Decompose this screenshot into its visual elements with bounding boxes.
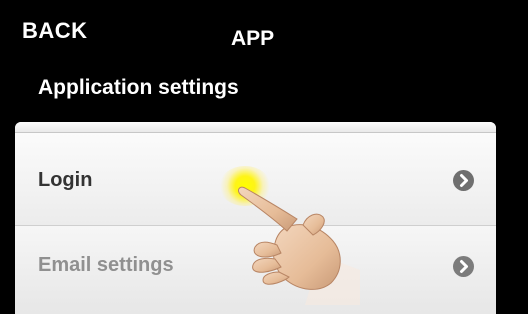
chevron-right-icon: [453, 170, 474, 191]
app-screen: BACK APP Application settings Login Emai…: [0, 0, 528, 314]
section-title: Application settings: [38, 76, 239, 99]
app-title: APP: [231, 27, 275, 50]
list-top-divider: [15, 122, 496, 133]
chevron-right-icon: [453, 256, 474, 277]
login-label: Login: [38, 169, 93, 191]
back-button[interactable]: BACK: [22, 18, 88, 44]
pointing-hand-icon: [237, 186, 360, 305]
email-settings-label: Email settings: [38, 254, 174, 276]
